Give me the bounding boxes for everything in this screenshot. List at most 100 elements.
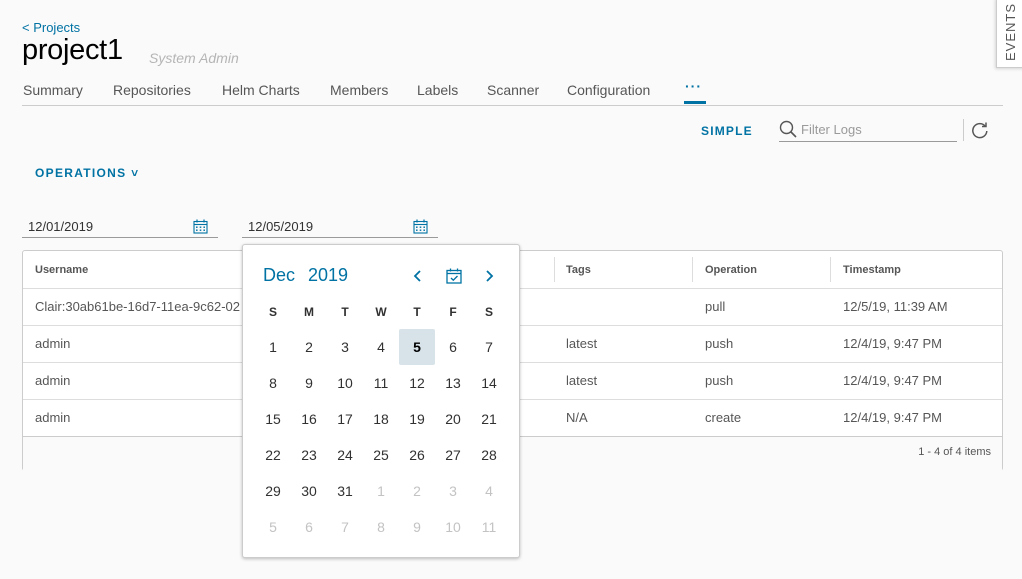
column-separator xyxy=(830,257,831,282)
tab-configuration[interactable]: Configuration xyxy=(567,82,650,98)
pagination-summary: 1 - 4 of 4 items xyxy=(918,446,991,458)
calendar-day[interactable]: 25 xyxy=(363,437,399,473)
calendar-day[interactable]: 8 xyxy=(363,509,399,545)
calendar-day[interactable]: 21 xyxy=(471,401,507,437)
calendar-day[interactable]: 17 xyxy=(327,401,363,437)
cell-tags: latest xyxy=(566,373,598,388)
toolbar-divider xyxy=(963,119,964,141)
chevron-left-icon[interactable] xyxy=(410,267,426,285)
calendar-day[interactable]: 3 xyxy=(327,329,363,365)
calendar-day[interactable]: 2 xyxy=(399,473,435,509)
weekday-label: T xyxy=(341,305,349,319)
calendar-day[interactable]: 26 xyxy=(399,437,435,473)
calendar-day[interactable]: 12 xyxy=(399,365,435,401)
cell-tags: latest xyxy=(566,336,598,351)
calendar-day[interactable]: 9 xyxy=(399,509,435,545)
cell-username: admin xyxy=(35,410,71,425)
calendar-today-icon[interactable] xyxy=(445,267,463,285)
date-from-value: 12/01/2019 xyxy=(28,219,94,234)
simple-mode-button[interactable]: SIMPLE xyxy=(701,124,753,138)
calendar-day[interactable]: 1 xyxy=(363,473,399,509)
calendar-day[interactable]: 11 xyxy=(471,509,507,545)
back-to-projects-link[interactable]: < Projects xyxy=(22,20,80,35)
filter-logs-search[interactable] xyxy=(779,118,957,142)
calendar-day[interactable]: 10 xyxy=(435,509,471,545)
events-tab-label: EVENTS xyxy=(1003,3,1018,62)
page-title: project1 xyxy=(22,34,123,66)
calendar-icon[interactable] xyxy=(193,219,208,234)
cell-tags: N/A xyxy=(566,410,588,425)
calendar-icon[interactable] xyxy=(413,219,428,234)
calendar-year-button[interactable]: 2019 xyxy=(308,265,348,286)
weekday-label: S xyxy=(268,305,277,319)
tab-summary[interactable]: Summary xyxy=(23,82,83,98)
cell-username: Clair:30ab61be-16d7-11ea-9c62-02 xyxy=(35,299,241,314)
column-header-operation[interactable]: Operation xyxy=(705,264,757,276)
cell-timestamp: 12/4/19, 9:47 PM xyxy=(843,336,943,351)
cell-username: admin xyxy=(35,373,71,388)
cell-timestamp: 12/4/19, 9:47 PM xyxy=(843,373,943,388)
tab-more[interactable]: ··· xyxy=(685,78,702,94)
weekday-label: S xyxy=(484,305,493,319)
calendar-day[interactable]: 16 xyxy=(291,401,327,437)
calendar-day[interactable]: 8 xyxy=(255,365,291,401)
tab-members[interactable]: Members xyxy=(330,82,388,98)
tab-helm-charts[interactable]: Helm Charts xyxy=(222,82,300,98)
calendar-day[interactable]: 10 xyxy=(327,365,363,401)
calendar-day[interactable]: 15 xyxy=(255,401,291,437)
tab-repositories[interactable]: Repositories xyxy=(113,82,191,98)
column-header-username[interactable]: Username xyxy=(35,264,88,276)
refresh-icon[interactable] xyxy=(970,120,990,140)
calendar-day[interactable]: 28 xyxy=(471,437,507,473)
calendar-day[interactable]: 27 xyxy=(435,437,471,473)
calendar-day[interactable]: 13 xyxy=(435,365,471,401)
calendar-day[interactable]: 31 xyxy=(327,473,363,509)
calendar-day[interactable]: 2 xyxy=(291,329,327,365)
operations-dropdown[interactable]: OPERATIONS ˅ xyxy=(35,166,139,180)
calendar-day[interactable]: 11 xyxy=(363,365,399,401)
date-from-field[interactable]: 12/01/2019 xyxy=(22,216,218,238)
cell-operation: create xyxy=(705,410,742,425)
filter-logs-input[interactable] xyxy=(801,120,951,138)
calendar-day[interactable]: 20 xyxy=(435,401,471,437)
calendar-day[interactable]: 30 xyxy=(291,473,327,509)
tab-scanner[interactable]: Scanner xyxy=(487,82,539,98)
weekday-label: W xyxy=(375,305,387,319)
project-tab-bar: Summary Repositories Helm Charts Members… xyxy=(22,78,1003,106)
cell-operation: pull xyxy=(705,299,726,314)
calendar-day[interactable]: 18 xyxy=(363,401,399,437)
column-header-timestamp[interactable]: Timestamp xyxy=(843,264,901,276)
calendar-day[interactable]: 5 xyxy=(255,509,291,545)
weekday-label: T xyxy=(413,305,421,319)
role-label: System Admin xyxy=(149,50,239,66)
calendar-day[interactable]: 1 xyxy=(255,329,291,365)
calendar-day[interactable]: 7 xyxy=(327,509,363,545)
tab-labels[interactable]: Labels xyxy=(417,82,458,98)
cell-username: admin xyxy=(35,336,71,351)
calendar-day[interactable]: 23 xyxy=(291,437,327,473)
calendar-day[interactable]: 22 xyxy=(255,437,291,473)
calendar-day[interactable]: 6 xyxy=(291,509,327,545)
calendar-day[interactable]: 3 xyxy=(435,473,471,509)
column-separator xyxy=(692,257,693,282)
calendar-month-button[interactable]: Dec xyxy=(263,265,295,286)
calendar-day[interactable]: 24 xyxy=(327,437,363,473)
calendar-day[interactable]: 14 xyxy=(471,365,507,401)
calendar-day[interactable]: 7 xyxy=(471,329,507,365)
column-header-tags[interactable]: Tags xyxy=(566,264,591,276)
cell-operation: push xyxy=(705,373,734,388)
chevron-right-icon[interactable] xyxy=(481,267,497,285)
cell-timestamp: 12/4/19, 9:47 PM xyxy=(843,410,943,425)
events-side-tab[interactable]: EVENTS xyxy=(996,0,1022,68)
calendar-day[interactable]: 4 xyxy=(471,473,507,509)
search-icon xyxy=(779,120,797,138)
date-to-field[interactable]: 12/05/2019 xyxy=(242,216,438,238)
active-tab-indicator xyxy=(684,101,706,104)
calendar-day[interactable]: 29 xyxy=(255,473,291,509)
calendar-day[interactable]: 6 xyxy=(435,329,471,365)
calendar-day[interactable]: 19 xyxy=(399,401,435,437)
calendar-day[interactable]: 9 xyxy=(291,365,327,401)
calendar-day[interactable]: 4 xyxy=(363,329,399,365)
weekday-label: M xyxy=(304,305,314,319)
calendar-day[interactable]: 5 xyxy=(399,329,435,365)
